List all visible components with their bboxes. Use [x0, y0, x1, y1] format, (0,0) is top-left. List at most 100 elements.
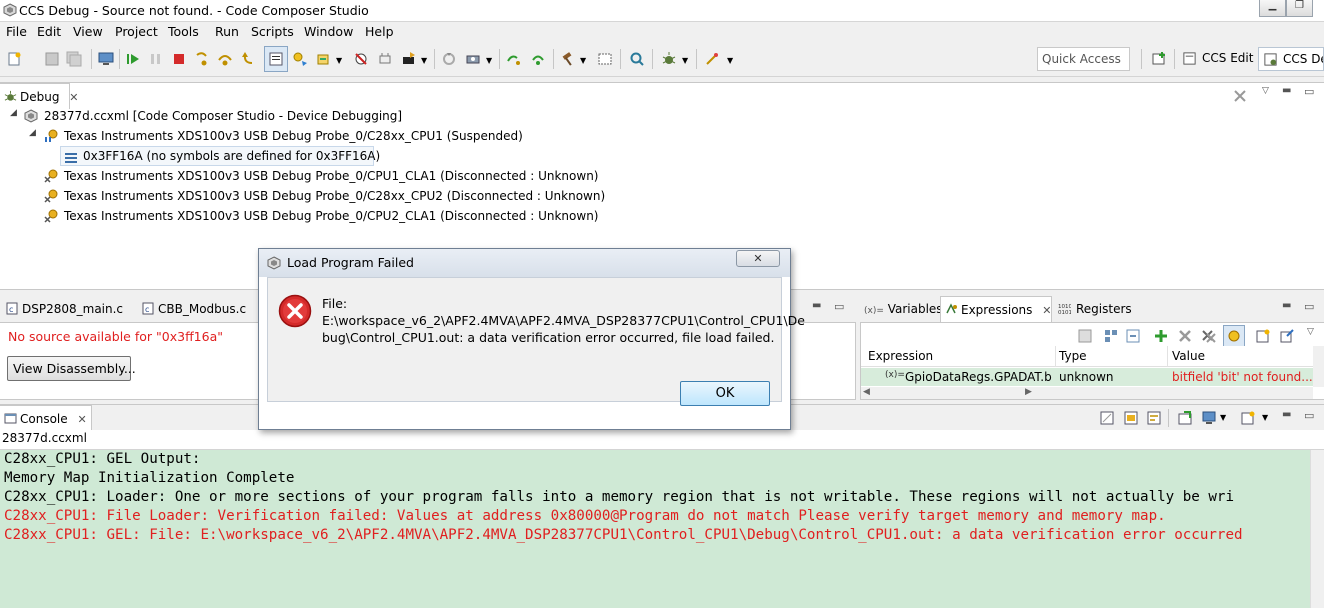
minimize-button[interactable]: ▁: [1259, 0, 1286, 17]
open-perspective-icon[interactable]: [1151, 51, 1167, 67]
expand-toggle-icon[interactable]: ◢: [10, 108, 17, 118]
perspective-ccs-edit[interactable]: CCS Edit: [1178, 47, 1259, 71]
pin-console-icon[interactable]: [1177, 410, 1193, 426]
tab-expressions[interactable]: Expressions ✕: [940, 296, 1052, 322]
close-icon[interactable]: ✕: [1042, 304, 1051, 317]
expand-toggle-icon[interactable]: ◢: [29, 128, 36, 138]
step-over-icon[interactable]: [217, 51, 233, 67]
maximize-button[interactable]: ❐: [1286, 0, 1313, 17]
tab-label: Variables: [887, 302, 943, 316]
display-console-icon[interactable]: [1201, 410, 1217, 426]
cpu-disconnected-icon: [44, 169, 58, 183]
menu-window[interactable]: Window: [304, 24, 353, 39]
tab-cbb-modbus[interactable]: c CBB_Modbus.c: [138, 296, 256, 322]
dialog-close-button[interactable]: ✕: [736, 250, 780, 267]
column-header-value[interactable]: Value: [1172, 349, 1205, 363]
maximize-view-icon[interactable]: ▭: [1304, 409, 1314, 422]
minimize-view-icon[interactable]: ▬: [812, 300, 821, 311]
maximize-view-icon[interactable]: ▭: [834, 300, 844, 313]
load-program-icon[interactable]: [401, 51, 417, 67]
vertical-scrollbar[interactable]: [1313, 346, 1324, 387]
reset-cpu-icon[interactable]: [292, 51, 308, 67]
menu-edit[interactable]: Edit: [37, 24, 61, 39]
view-menu-icon[interactable]: ▽: [1307, 327, 1314, 337]
tree-row-launch[interactable]: 28377d.ccxml [Code Composer Studio - Dev…: [24, 106, 624, 126]
memory-icon[interactable]: [465, 51, 481, 67]
column-header-type[interactable]: Type: [1059, 349, 1087, 363]
new-expression-icon[interactable]: [1255, 328, 1271, 344]
tree-row-cpu2-cla1[interactable]: Texas Instruments XDS100v3 USB Debug Pro…: [44, 206, 644, 226]
debug-monitor-icon[interactable]: [98, 51, 114, 67]
menu-scripts[interactable]: Scripts: [251, 24, 294, 39]
close-icon[interactable]: ✕: [69, 91, 78, 104]
maximize-view-icon[interactable]: ▭: [1304, 85, 1314, 98]
perspective-ccs-debug[interactable]: CCS De: [1258, 47, 1324, 71]
build-hammer-icon[interactable]: [560, 51, 576, 67]
refresh-icon[interactable]: [441, 51, 457, 67]
run-to-line-icon[interactable]: [506, 51, 522, 67]
search-icon[interactable]: [629, 51, 645, 67]
show-type-icon[interactable]: [1103, 328, 1119, 344]
remove-expression-icon[interactable]: [1177, 328, 1193, 344]
ok-button[interactable]: OK: [680, 381, 770, 406]
connect-target-icon[interactable]: [377, 51, 393, 67]
go-main-icon[interactable]: [530, 51, 546, 67]
tab-variables[interactable]: (x)= Variables: [860, 296, 943, 322]
minimize-view-icon[interactable]: ▬: [1282, 409, 1291, 420]
clear-console-icon[interactable]: [1099, 410, 1115, 426]
continuous-refresh-toggle[interactable]: [1223, 325, 1245, 347]
console-output[interactable]: C28xx_CPU1: GEL Output: Memory Map Initi…: [0, 450, 1310, 608]
quick-access-input[interactable]: Quick Access: [1037, 47, 1130, 71]
svg-text:0101: 0101: [1058, 310, 1071, 315]
save-all-icon[interactable]: [66, 51, 82, 67]
resume-icon[interactable]: [125, 51, 141, 67]
perspective-ccs-debug-label: CCS De: [1283, 52, 1324, 66]
collapse-icon[interactable]: [1125, 328, 1141, 344]
menu-project[interactable]: Project: [115, 24, 158, 39]
close-icon[interactable]: ✕: [77, 413, 86, 426]
menu-run[interactable]: Run: [215, 24, 239, 39]
tree-row-stack-frame[interactable]: 0x3FF16A (no symbols are defined for 0x3…: [60, 146, 380, 166]
tree-row-cpu1[interactable]: Texas Instruments XDS100v3 USB Debug Pro…: [44, 126, 644, 146]
tree-row-cla1[interactable]: Texas Instruments XDS100v3 USB Debug Pro…: [44, 166, 644, 186]
new-file-icon[interactable]: [6, 51, 22, 67]
variables-icon: (x)=: [864, 306, 884, 316]
tab-registers[interactable]: 1010 0101 Registers: [1054, 296, 1134, 322]
stack-frame-icon: [65, 153, 77, 163]
column-header-expression[interactable]: Expression: [868, 349, 933, 363]
export-icon[interactable]: [1279, 328, 1295, 344]
remove-terminated-icon[interactable]: [1233, 89, 1249, 103]
add-expression-icon[interactable]: [1153, 328, 1169, 344]
debug-bug-icon[interactable]: [661, 51, 677, 67]
word-wrap-icon[interactable]: [1146, 410, 1162, 426]
terminal-icon[interactable]: [597, 51, 613, 67]
collapse-all-icon[interactable]: [1077, 328, 1093, 344]
menu-help[interactable]: Help: [365, 24, 394, 39]
menu-tools[interactable]: Tools: [168, 24, 199, 39]
view-menu-icon[interactable]: ▽: [1262, 86, 1269, 96]
terminate-icon[interactable]: [171, 51, 187, 67]
remove-all-icon[interactable]: [1201, 328, 1217, 344]
scroll-lock-icon[interactable]: [1123, 410, 1139, 426]
save-icon[interactable]: [44, 51, 60, 67]
suspend-icon[interactable]: [148, 51, 164, 67]
step-return-icon[interactable]: [240, 51, 256, 67]
view-disassembly-button[interactable]: View Disassembly...: [7, 356, 136, 381]
tab-console[interactable]: Console ✕: [0, 405, 92, 431]
restart-icon[interactable]: [315, 51, 331, 67]
open-console-icon[interactable]: [1240, 410, 1256, 426]
wizard-wand-icon[interactable]: [704, 51, 720, 67]
maximize-view-icon[interactable]: ▭: [1304, 300, 1314, 313]
step-into-icon[interactable]: [194, 51, 210, 67]
console-scrollbar[interactable]: [1310, 450, 1324, 608]
instruction-stepping-icon[interactable]: [268, 51, 284, 67]
minimize-view-icon[interactable]: ▬: [1282, 300, 1291, 311]
menu-view[interactable]: View: [73, 24, 103, 39]
minimize-view-icon[interactable]: ▬: [1282, 85, 1291, 96]
menu-file[interactable]: File: [6, 24, 27, 39]
table-row[interactable]: (x)= GpioDataRegs.GPADAT.b unknown bitfi…: [861, 368, 1313, 386]
tree-row-cpu2[interactable]: Texas Instruments XDS100v3 USB Debug Pro…: [44, 186, 644, 206]
tab-dsp2808-main[interactable]: c DSP2808_main.c: [2, 296, 130, 322]
disable-breakpoints-icon[interactable]: [353, 51, 369, 67]
horizontal-scrollbar[interactable]: ◀ ▶: [861, 387, 1313, 399]
